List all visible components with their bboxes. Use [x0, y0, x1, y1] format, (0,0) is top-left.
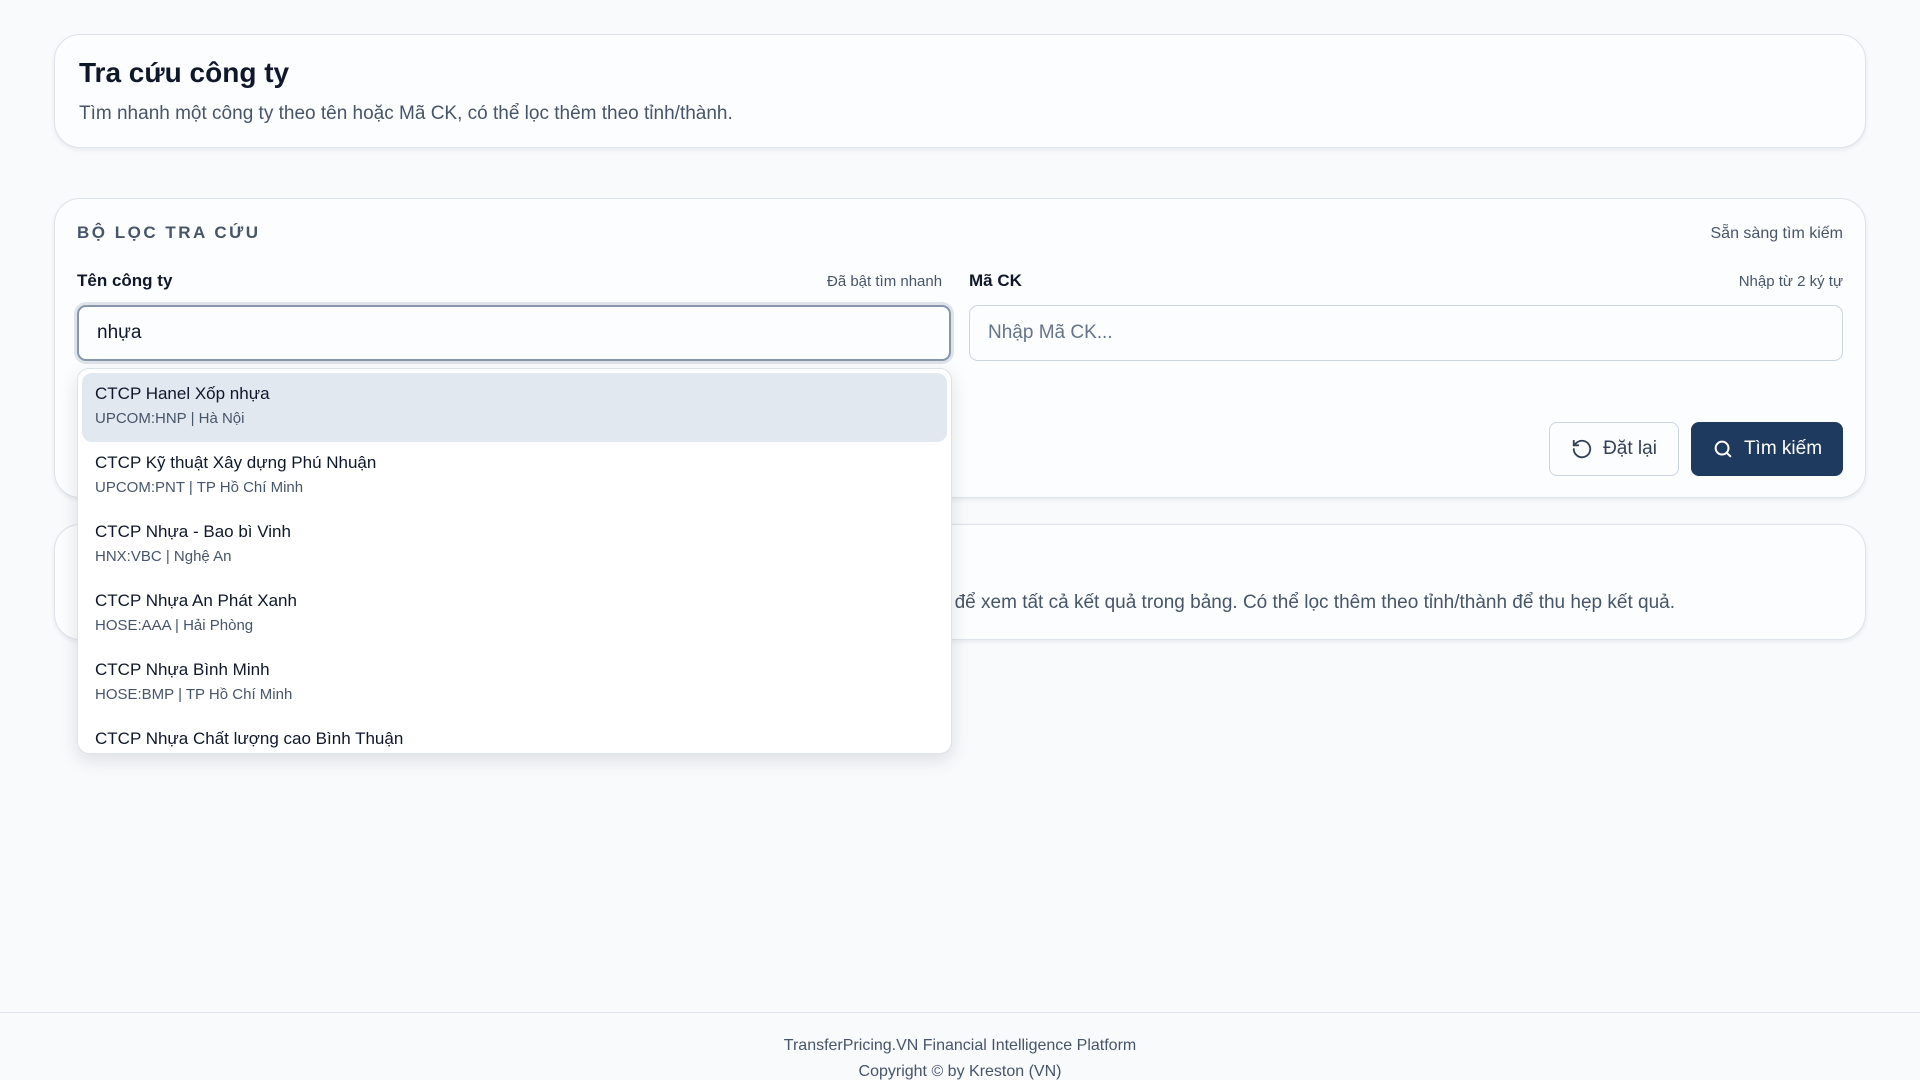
filter-section-title: BỘ LỌC TRA CỨU — [77, 223, 261, 242]
footer: TransferPricing.VN Financial Intelligenc… — [0, 1012, 1920, 1080]
header-card: Tra cứu công ty Tìm nhanh một công ty th… — [54, 34, 1866, 148]
suggestion-item[interactable]: CTCP Kỹ thuật Xây dựng Phú Nhuận UPCOM:P… — [82, 442, 947, 511]
search-button-label: Tìm kiếm — [1743, 438, 1823, 459]
search-button[interactable]: Tìm kiếm — [1691, 422, 1843, 476]
suggestion-item[interactable]: CTCP Nhựa - Bao bì Vinh HNX:VBC | Nghệ A… — [82, 511, 947, 580]
suggestion-item[interactable]: CTCP Hanel Xốp nhựa UPCOM:HNP | Hà Nội — [82, 373, 947, 442]
suggestion-item[interactable]: CTCP Nhựa An Phát Xanh HOSE:AAA | Hải Ph… — [82, 580, 947, 649]
suggestion-name: CTCP Kỹ thuật Xây dựng Phú Nhuận — [95, 453, 377, 472]
suggestion-meta: HOSE:BMP | TP Hồ Chí Minh — [95, 686, 293, 703]
suggestion-meta: UPCOM:HNP | Hà Nội — [95, 410, 245, 427]
footer-platform-name: TransferPricing.VN Financial Intelligenc… — [783, 1037, 1137, 1054]
page-subtitle: Tìm nhanh một công ty theo tên hoặc Mã C… — [79, 103, 733, 124]
company-name-label: Tên công ty — [77, 271, 173, 290]
company-suggestions-dropdown: CTCP Hanel Xốp nhựa UPCOM:HNP | Hà Nội C… — [77, 368, 952, 754]
ticker-label: Mã CK — [969, 271, 1022, 290]
company-name-input[interactable] — [77, 305, 951, 361]
footer-copyright: Copyright © by Kreston (VN) — [858, 1063, 1062, 1080]
info-text: n để xem tất cả kết quả trong bảng. Có t… — [938, 592, 1675, 613]
suggestion-item[interactable]: CTCP Nhựa Bình Minh HOSE:BMP | TP Hồ Chí… — [82, 649, 947, 718]
suggestion-name: CTCP Nhựa Chất lượng cao Bình Thuận — [95, 729, 404, 748]
suggestion-name: CTCP Nhựa An Phát Xanh — [95, 591, 297, 610]
suggestion-name: CTCP Nhựa Bình Minh — [95, 660, 270, 679]
suggestion-meta: HOSE:AAA | Hải Phòng — [95, 617, 254, 634]
ticker-input[interactable] — [969, 305, 1843, 361]
rotate-ccw-icon — [1572, 439, 1592, 459]
page-title: Tra cứu công ty — [79, 57, 290, 88]
suggestion-name: CTCP Nhựa - Bao bì Vinh — [95, 522, 291, 541]
company-name-hint: Đã bật tìm nhanh — [827, 273, 943, 290]
reset-button[interactable]: Đặt lại — [1549, 422, 1679, 476]
search-icon — [1714, 440, 1732, 458]
suggestion-meta: HNX:VBC | Nghệ An — [95, 548, 232, 565]
suggestion-name: CTCP Hanel Xốp nhựa — [95, 384, 270, 403]
suggestion-item[interactable]: CTCP Nhựa Chất lượng cao Bình Thuận — [82, 718, 947, 753]
reset-button-label: Đặt lại — [1603, 438, 1657, 459]
suggestion-meta: UPCOM:PNT | TP Hồ Chí Minh — [95, 479, 304, 496]
search-status: Sẵn sàng tìm kiếm — [1710, 225, 1844, 242]
ticker-hint: Nhập từ 2 ký tự — [1738, 273, 1843, 290]
